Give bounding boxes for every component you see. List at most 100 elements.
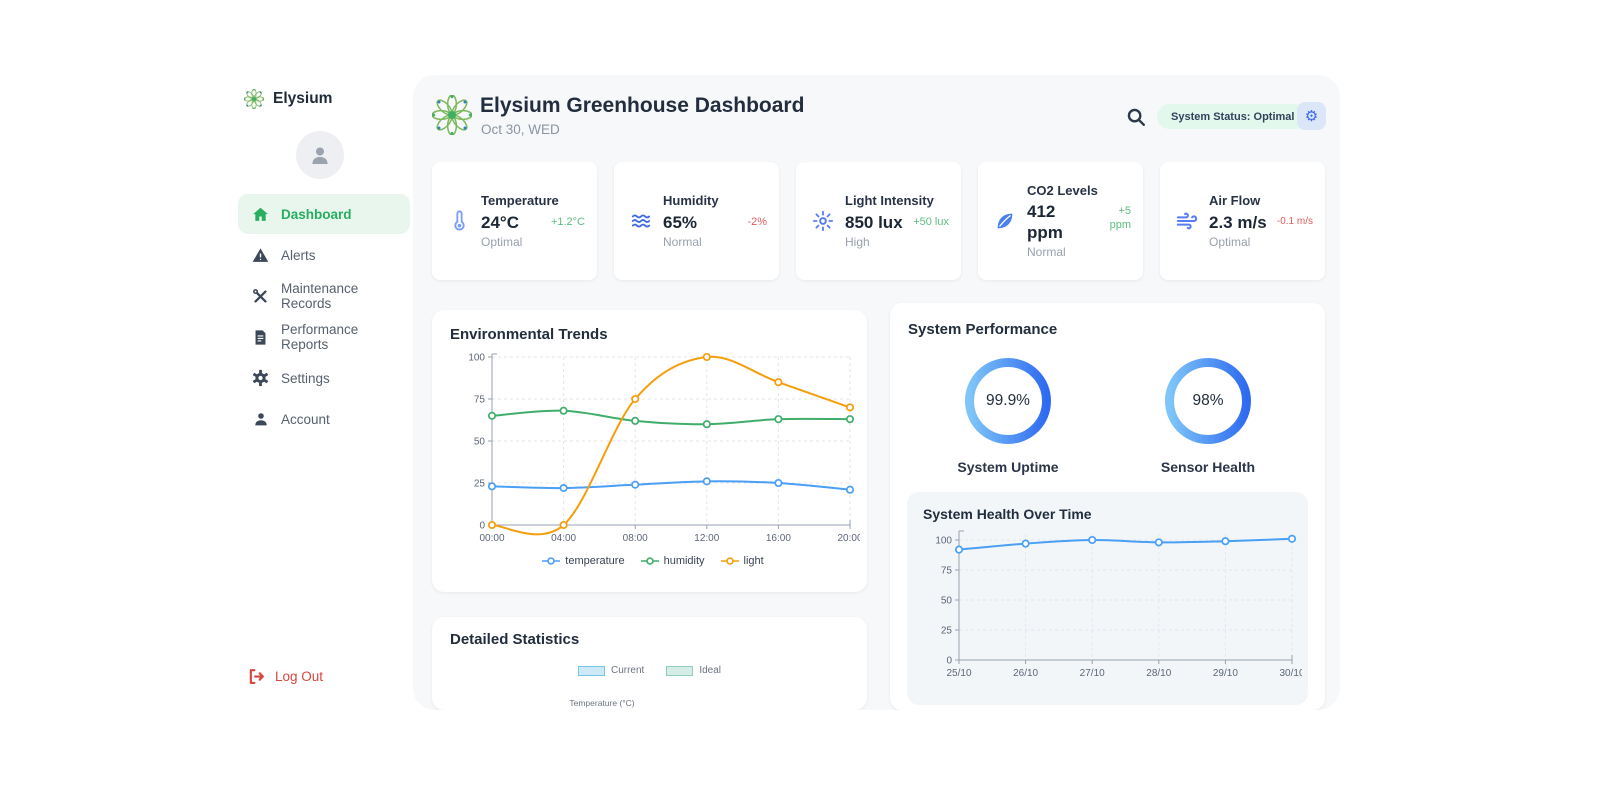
settings-button[interactable]: ⚙ <box>1297 102 1326 130</box>
brand-name: Elysium <box>273 90 333 107</box>
system-health-subcard: System Health Over Time 0 25 50 75 100 25/10 2… <box>907 492 1308 705</box>
sidebar-item-account[interactable]: Account <box>238 399 410 439</box>
stat-value: 412 ppm <box>1027 201 1063 243</box>
system-performance-card: System Performance 99.9% System Uptime 9… <box>890 303 1325 710</box>
stat-status: Optimal <box>1209 234 1251 249</box>
svg-text:75: 75 <box>474 395 486 406</box>
sidebar-item-maintenance-records[interactable]: Maintenance Records <box>238 276 410 316</box>
sensor-health-value: 98% <box>1192 392 1224 409</box>
stat-title: Air Flow <box>1209 193 1261 209</box>
svg-text:16:00: 16:00 <box>766 533 791 544</box>
svg-text:04:00: 04:00 <box>551 533 576 544</box>
stat-value: 65% <box>663 212 698 232</box>
environmental-trends-card: Environmental Trends 0 25 50 75 100 00:00 04:0… <box>432 310 867 592</box>
stat-value: 24°C <box>481 212 519 232</box>
sidebar-item-label: Alerts <box>281 247 316 263</box>
gauge-system-uptime: 99.9% System Uptime <box>933 356 1083 475</box>
alert-icon <box>252 247 269 264</box>
stat-card-humidity: Humidity 65% -2% Normal <box>614 162 779 280</box>
dashboard-logo-icon <box>431 94 473 140</box>
sun-icon <box>811 210 835 232</box>
humidity-waves-icon <box>629 211 653 231</box>
stat-status: Optimal <box>481 234 523 249</box>
svg-text:50: 50 <box>474 437 486 448</box>
gauges-row: 99.9% System Uptime 98% Sensor Health <box>908 356 1308 475</box>
legend-item-light: light <box>720 555 764 567</box>
sidebar-item-label: Settings <box>281 370 330 386</box>
sidebar-nav: Dashboard Alerts Maintenance Records Per… <box>238 194 410 439</box>
thermometer-icon <box>447 210 471 232</box>
stat-card-temperature: Temperature 24°C +1.2°C Optimal <box>432 162 597 280</box>
sidebar-item-label: Maintenance Records <box>281 281 359 311</box>
stat-title: Light Intensity <box>845 193 934 209</box>
svg-text:27/10: 27/10 <box>1080 668 1105 679</box>
main-panel: Elysium Greenhouse Dashboard Oct 30, WED… <box>413 75 1340 710</box>
svg-text:30/10: 30/10 <box>1279 668 1302 679</box>
detailed-statistics-card: Detailed Statistics Current Ideal Temper… <box>432 617 867 710</box>
stat-title: CO2 Levels <box>1027 182 1098 198</box>
subchart-label: Temperature (°C) <box>569 698 635 708</box>
stat-change: -2% <box>747 215 767 228</box>
stat-change: +1.2°C <box>550 215 585 228</box>
svg-text:0: 0 <box>946 656 952 667</box>
current-label: Current <box>610 665 645 676</box>
svg-text:25: 25 <box>941 626 953 637</box>
sidebar: Elysium Dashboard Alerts Maintenance Rec… <box>230 75 413 710</box>
stat-cards-row: Temperature 24°C +1.2°C Optimal Humidity <box>432 162 1325 280</box>
stat-value: 2.3 m/s <box>1209 212 1267 232</box>
leaf-icon <box>993 210 1017 232</box>
stat-card-co2-levels: CO2 Levels 412 ppm +5 ppm Normal <box>978 162 1143 280</box>
status-badge: System Status: Optimal <box>1157 104 1309 129</box>
svg-text:25: 25 <box>474 479 486 490</box>
sidebar-item-alerts[interactable]: Alerts <box>238 235 410 275</box>
page-title: Elysium Greenhouse Dashboard <box>480 94 805 117</box>
sidebar-item-dashboard[interactable]: Dashboard <box>238 194 410 234</box>
svg-text:0: 0 <box>479 521 485 532</box>
legend-item-humidity: humidity <box>640 555 705 567</box>
uptime-label: System Uptime <box>957 459 1059 475</box>
environmental-trends-chart: 0 25 50 75 100 00:00 04:00 08:00 12:00 16:00 20:00 <box>468 353 863 545</box>
sidebar-item-label: Dashboard <box>281 206 352 222</box>
stat-title: Humidity <box>663 193 719 209</box>
stat-change: -0.1 m/s <box>1276 215 1313 227</box>
sidebar-item-settings[interactable]: Settings <box>238 358 410 398</box>
svg-text:100: 100 <box>468 353 485 364</box>
svg-text:08:00: 08:00 <box>623 533 648 544</box>
stat-change: +50 lux <box>913 215 949 228</box>
stat-status: High <box>845 234 870 249</box>
svg-text:29/10: 29/10 <box>1213 668 1238 679</box>
user-icon <box>312 147 328 164</box>
stat-title: Temperature <box>481 193 559 209</box>
current-swatch <box>577 665 605 676</box>
gear-icon: ⚙ <box>1304 108 1319 125</box>
logout-button[interactable]: Log Out <box>248 668 323 685</box>
legend-item-ideal: Ideal <box>666 665 721 676</box>
sensor-health-label: Sensor Health <box>1160 459 1256 475</box>
sidebar-item-label: Account <box>281 411 330 427</box>
stat-change: +5 ppm <box>1109 204 1131 232</box>
page-date: Oct 30, WED <box>481 122 560 137</box>
avatar[interactable] <box>296 131 344 179</box>
logout-label: Log Out <box>275 669 324 684</box>
stat-card-light-intensity: Light Intensity 850 lux +50 lux High <box>796 162 961 280</box>
brand-flower-icon <box>244 89 264 109</box>
stat-card-air-flow: Air Flow 2.3 m/s -0.1 m/s Optimal <box>1160 162 1325 280</box>
sidebar-item-performance-reports[interactable]: Performance Reports <box>238 317 410 357</box>
wind-icon <box>1175 210 1199 232</box>
stat-status: Normal <box>1027 245 1066 260</box>
search-button[interactable] <box>1125 106 1147 128</box>
chart-legend: temperature humidity light <box>450 555 856 567</box>
environmental-trends-title: Environmental Trends <box>450 326 608 343</box>
search-icon <box>1127 108 1145 126</box>
tools-icon <box>252 288 269 305</box>
gear-icon <box>252 369 269 387</box>
svg-text:28/10: 28/10 <box>1146 668 1171 679</box>
legend-item-current: Current <box>577 665 645 676</box>
svg-text:26/10: 26/10 <box>1013 668 1038 679</box>
system-health-chart: 0 25 50 75 100 25/10 26/10 27/10 28/10 29/10 30/10 <box>935 530 1305 679</box>
detailed-stats-legend: Current Ideal <box>450 665 849 676</box>
ideal-swatch <box>666 665 694 676</box>
detailed-statistics-title: Detailed Statistics <box>450 631 580 648</box>
svg-text:100: 100 <box>935 536 952 547</box>
svg-text:25/10: 25/10 <box>946 668 971 679</box>
